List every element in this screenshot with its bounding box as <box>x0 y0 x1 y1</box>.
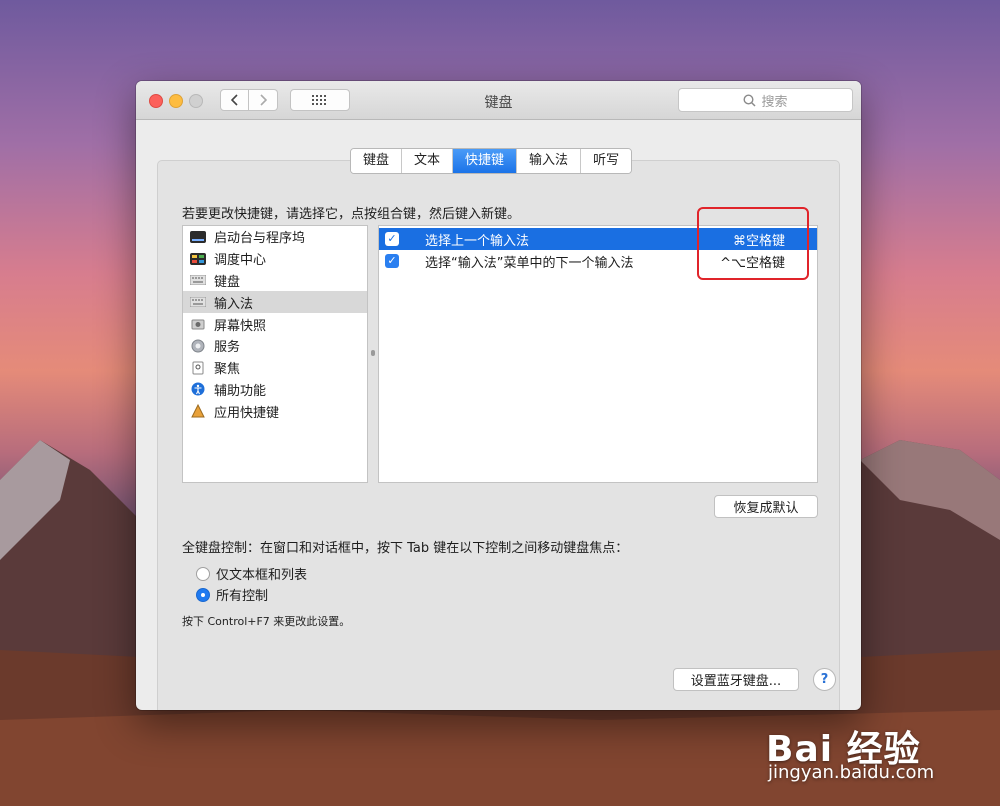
baidu-watermark: Bai 经验 jingyan.baidu.com <box>766 700 996 800</box>
radio-all-controls[interactable]: 所有控制 <box>196 585 268 604</box>
split-handle[interactable] <box>371 350 375 356</box>
category-label: 键盘 <box>214 274 241 290</box>
radio-text-boxes-and-lists[interactable]: 仅文本框和列表 <box>196 564 307 583</box>
search-placeholder: 搜索 <box>761 94 788 110</box>
annotation-highlight-box <box>697 207 809 280</box>
category-list[interactable]: 启动台与程序坞 调度中心 键盘 输入法 屏幕快照 服务 聚焦 辅助功能 应用快捷… <box>182 225 368 483</box>
restore-defaults-button[interactable]: 恢复成默认 <box>714 495 818 518</box>
category-label: 聚焦 <box>214 362 241 378</box>
tab-keyboard[interactable]: 键盘 <box>351 149 403 173</box>
shortcut-checkbox[interactable]: ✓ <box>385 254 399 268</box>
search-icon <box>743 93 757 107</box>
app-shortcuts-icon <box>189 404 206 418</box>
category-item-mission-control[interactable]: 调度中心 <box>183 248 367 270</box>
tab-shortcuts[interactable]: 快捷键 <box>453 149 518 173</box>
category-item-keyboard[interactable]: 键盘 <box>183 270 367 292</box>
titlebar: 键盘 搜索 <box>136 81 861 120</box>
category-item-services[interactable]: 服务 <box>183 335 367 357</box>
hint-text: 按下 Control+F7 来更改此设置。 <box>182 615 351 628</box>
radio-label: 仅文本框和列表 <box>216 568 308 583</box>
category-item-launchpad[interactable]: 启动台与程序坞 <box>183 226 367 248</box>
tab-dictation[interactable]: 听写 <box>581 149 632 173</box>
category-label: 屏幕快照 <box>214 318 267 334</box>
shortcut-checkbox[interactable]: ✓ <box>385 232 399 246</box>
tab-text[interactable]: 文本 <box>402 149 454 173</box>
instruction-text: 若要更改快捷键，请选择它，点按组合键，然后键入新键。 <box>182 207 521 222</box>
help-button[interactable]: ? <box>813 668 836 691</box>
preferences-window: 键盘 搜索 键盘 文本 快捷键 输入法 听写 若要更改快捷键，请选择它，点按组合… <box>136 81 861 710</box>
spotlight-icon <box>189 361 206 375</box>
category-item-input-sources[interactable]: 输入法 <box>183 291 367 314</box>
search-field[interactable]: 搜索 <box>678 88 853 112</box>
category-label: 辅助功能 <box>214 383 267 399</box>
keyboard-icon <box>189 273 206 287</box>
category-label: 启动台与程序坞 <box>214 231 306 247</box>
watermark-url: jingyan.baidu.com <box>768 762 935 783</box>
screenshot-icon <box>189 317 206 331</box>
mission-control-icon <box>189 252 206 266</box>
tab-input-sources[interactable]: 输入法 <box>517 149 582 173</box>
keyboard-icon <box>189 295 206 309</box>
category-item-app-shortcuts[interactable]: 应用快捷键 <box>183 400 367 422</box>
category-item-screenshots[interactable]: 屏幕快照 <box>183 313 367 335</box>
category-item-spotlight[interactable]: 聚焦 <box>183 357 367 379</box>
gear-icon <box>189 339 206 353</box>
radio-button[interactable] <box>196 587 210 602</box>
setup-bluetooth-keyboard-button[interactable]: 设置蓝牙键盘... <box>673 668 799 691</box>
tab-bar: 键盘 文本 快捷键 输入法 听写 <box>350 148 633 174</box>
radio-label: 所有控制 <box>216 589 269 604</box>
shortcut-label: 选择上一个输入法 <box>425 233 530 249</box>
keyboard-control-label: 全键盘控制：在窗口和对话框中，按下 Tab 键在以下控制之间移动键盘焦点： <box>182 541 629 556</box>
category-item-accessibility[interactable]: 辅助功能 <box>183 379 367 401</box>
shortcut-label: 选择“输入法”菜单中的下一个输入法 <box>425 255 634 271</box>
category-label: 调度中心 <box>214 253 267 269</box>
category-label: 服务 <box>214 340 241 356</box>
accessibility-icon <box>189 382 206 396</box>
category-label: 输入法 <box>214 296 254 312</box>
radio-button[interactable] <box>196 566 210 581</box>
launchpad-icon <box>189 230 206 244</box>
category-label: 应用快捷键 <box>214 405 280 421</box>
